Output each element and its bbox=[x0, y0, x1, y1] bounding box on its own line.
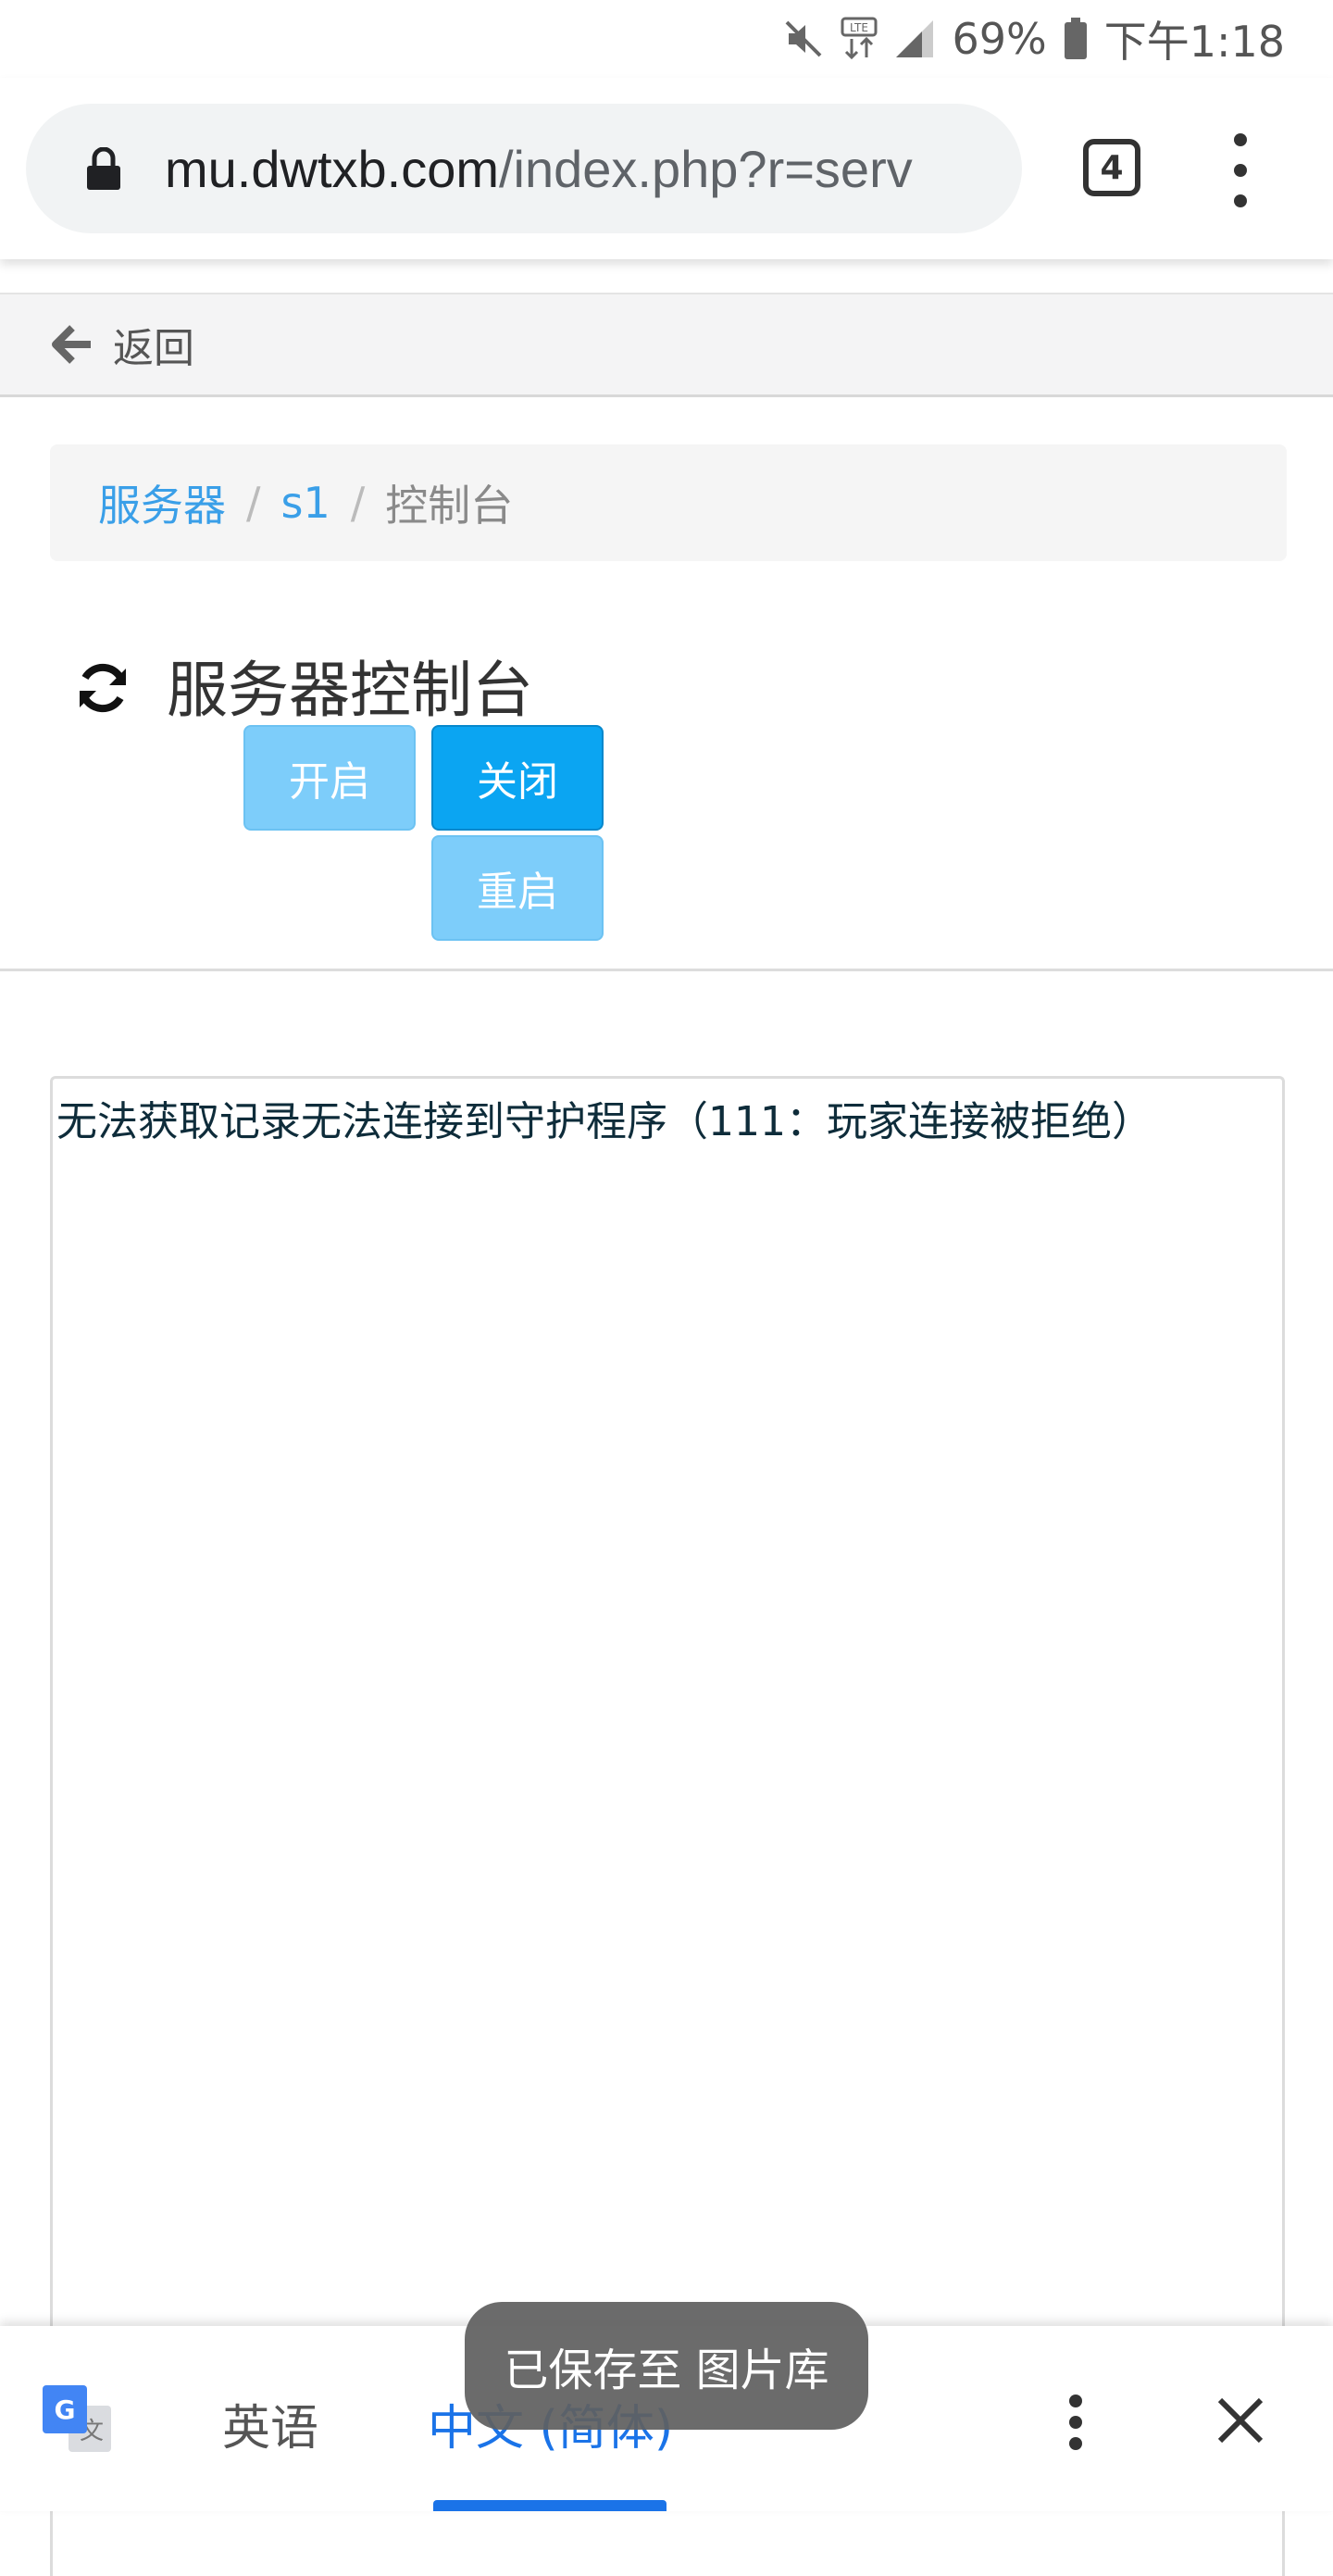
breadcrumb-separator: / bbox=[246, 478, 261, 528]
mute-icon bbox=[783, 19, 824, 59]
breadcrumb-current: 控制台 bbox=[385, 481, 514, 531]
console-output-text: 无法获取记录无法连接到守护程序（111：玩家连接被拒绝） bbox=[56, 1098, 1152, 1145]
active-tab-indicator bbox=[433, 2500, 666, 2511]
status-icons: LTE 69% 下午1:18 bbox=[783, 9, 1285, 69]
tab-count: 4 bbox=[1100, 148, 1124, 187]
translate-menu-icon[interactable] bbox=[1066, 2395, 1085, 2450]
clock: 下午1:18 bbox=[1103, 17, 1285, 67]
source-language-tab[interactable]: 英语 bbox=[222, 2389, 318, 2458]
browser-menu-icon[interactable] bbox=[1222, 133, 1259, 207]
divider bbox=[0, 969, 1333, 971]
battery-icon bbox=[1064, 18, 1088, 60]
breadcrumb: 服务器 / s1 / 控制台 bbox=[50, 444, 1287, 561]
address-bar[interactable]: mu.dwtxb.com/index.php?r=serv bbox=[26, 104, 1022, 233]
browser-toolbar: mu.dwtxb.com/index.php?r=serv 4 bbox=[0, 78, 1333, 259]
google-translate-icon: 文 G bbox=[41, 2383, 115, 2457]
breadcrumb-server-link[interactable]: s1 bbox=[281, 478, 330, 528]
url-path: /index.php?r=serv bbox=[499, 139, 913, 198]
close-icon[interactable] bbox=[1213, 2393, 1268, 2448]
tab-switcher-button[interactable]: 4 bbox=[1083, 139, 1140, 196]
arrow-left-icon bbox=[50, 322, 94, 367]
battery-percent: 69% bbox=[952, 14, 1047, 64]
back-bar[interactable]: 返回 bbox=[0, 293, 1333, 397]
lock-icon bbox=[85, 146, 122, 190]
status-bar: LTE 69% 下午1:18 bbox=[0, 0, 1333, 78]
start-button[interactable]: 开启 bbox=[243, 725, 416, 831]
page-title: 服务器控制台 bbox=[167, 655, 533, 726]
svg-text:LTE: LTE bbox=[850, 21, 868, 34]
signal-icon bbox=[894, 19, 935, 59]
toast-notification: 已保存至 图片库 bbox=[465, 2302, 868, 2430]
svg-text:G: G bbox=[55, 2395, 76, 2425]
stop-button[interactable]: 关闭 bbox=[431, 725, 604, 831]
back-link[interactable]: 返回 bbox=[113, 315, 194, 374]
url-host: mu.dwtxb.com bbox=[165, 139, 499, 198]
url-text[interactable]: mu.dwtxb.com/index.php?r=serv bbox=[165, 139, 913, 199]
breadcrumb-servers-link[interactable]: 服务器 bbox=[98, 472, 226, 533]
refresh-icon[interactable] bbox=[74, 659, 131, 717]
restart-button[interactable]: 重启 bbox=[431, 835, 604, 941]
lte-icon: LTE bbox=[841, 17, 878, 61]
breadcrumb-separator: / bbox=[350, 478, 366, 528]
